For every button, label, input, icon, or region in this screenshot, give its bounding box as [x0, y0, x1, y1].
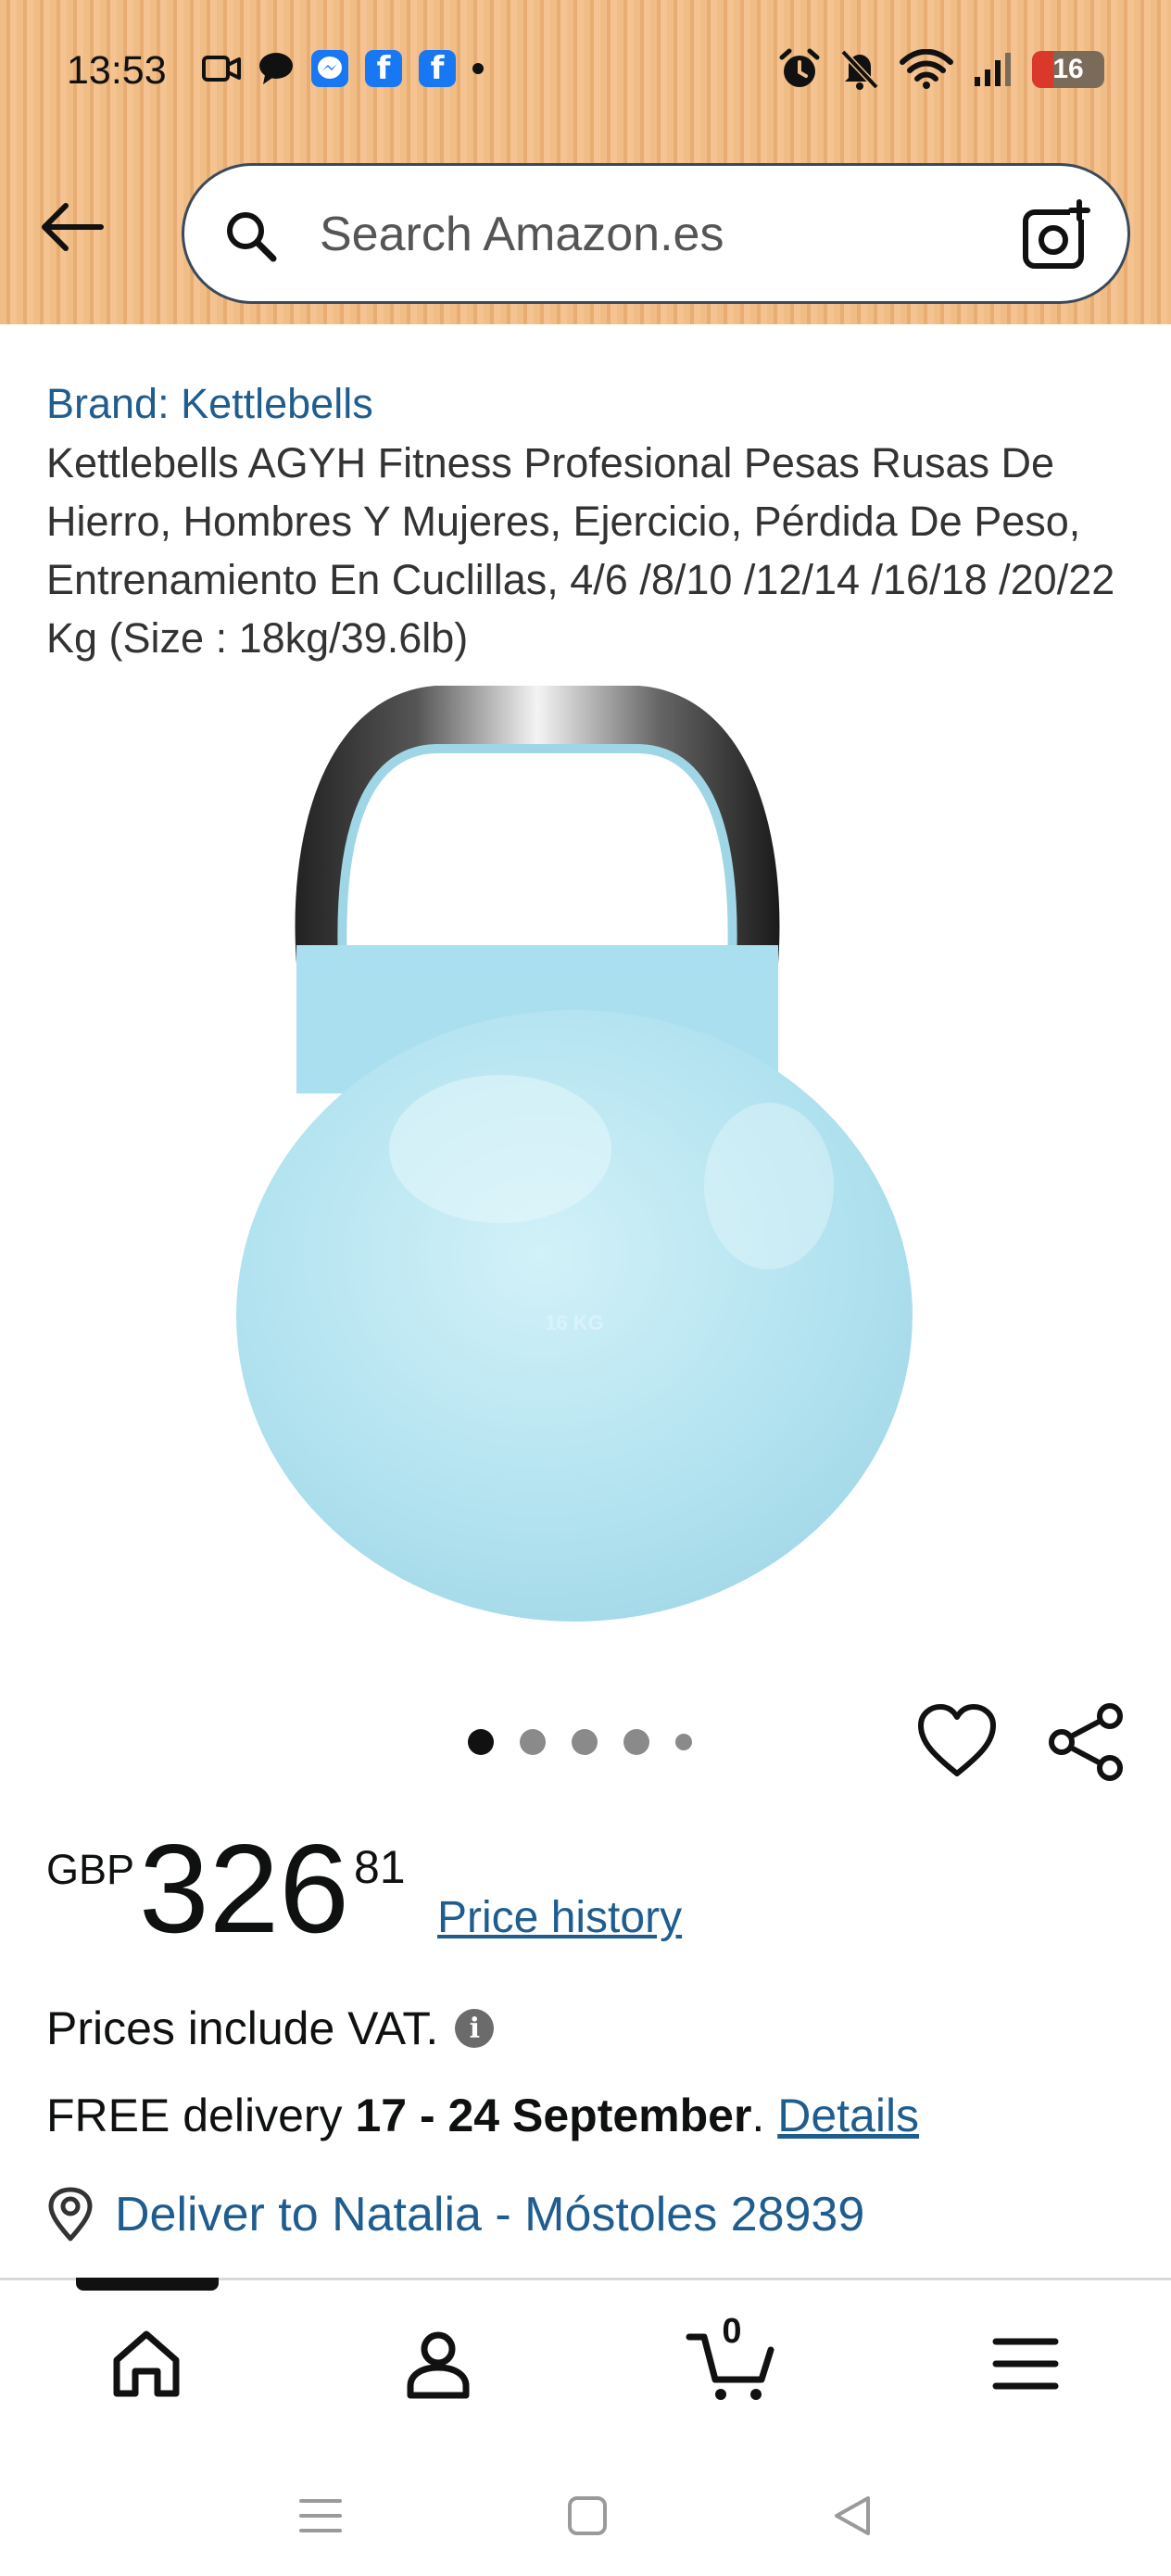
nav-account[interactable]	[387, 2317, 489, 2410]
bottom-navigation: 0	[0, 2278, 1171, 2454]
carousel-dot[interactable]	[520, 1729, 546, 1755]
dot-icon	[472, 63, 484, 74]
location-pin-icon	[48, 2187, 93, 2241]
video-icon	[202, 52, 241, 85]
notification-icons: f f	[202, 50, 484, 87]
menu-icon	[992, 2338, 1059, 2390]
facebook-icon: f	[419, 50, 456, 87]
brand-link[interactable]: Brand: Kettlebells	[46, 380, 373, 428]
deliver-to-text: Deliver to Natalia - Móstoles 28939	[115, 2188, 865, 2241]
recent-apps-button[interactable]	[293, 2493, 348, 2539]
system-back-button[interactable]	[825, 2493, 880, 2539]
price-fraction: 81	[354, 1841, 406, 1893]
wishlist-button[interactable]	[915, 1703, 999, 1781]
cart-count: 0	[722, 2312, 742, 2351]
back-button[interactable]	[35, 190, 109, 264]
chat-bubble-icon	[258, 51, 295, 86]
share-button[interactable]	[1045, 1703, 1128, 1781]
vat-row: Prices include VAT. i	[46, 2001, 495, 2055]
triangle-back-icon	[835, 2496, 870, 2535]
messenger-icon	[311, 50, 348, 87]
product-image[interactable]: 16 KG	[222, 667, 945, 1631]
carousel-dot[interactable]	[572, 1729, 598, 1755]
battery-level: 16	[1052, 54, 1084, 84]
active-tab-indicator	[76, 2278, 219, 2291]
heart-icon	[918, 1704, 996, 1776]
delivery-prefix: FREE delivery	[46, 2090, 356, 2141]
camera-search-icon[interactable]	[1020, 199, 1094, 273]
facebook-icon: f	[365, 50, 402, 87]
system-icons: 16	[778, 48, 1104, 91]
alarm-icon	[778, 48, 821, 91]
product-title: Kettlebells AGYH Fitness Profesional Pes…	[46, 439, 1115, 662]
nav-cart[interactable]: 0	[681, 2312, 783, 2410]
search-header	[0, 158, 1171, 306]
price-history-link[interactable]: Price history	[437, 1892, 682, 1943]
signal-icon	[973, 51, 1014, 88]
deliver-to-location[interactable]: Deliver to Natalia - Móstoles 28939	[46, 2187, 864, 2242]
price-whole: 326	[139, 1818, 349, 1959]
back-arrow-icon	[42, 203, 104, 251]
carousel-dot[interactable]	[623, 1729, 649, 1755]
status-bar: 13:53 f f 16	[0, 0, 1171, 139]
home-icon	[113, 2330, 180, 2397]
delivery-info: FREE delivery 17 - 24 September. Details	[46, 2089, 919, 2142]
search-icon	[227, 212, 277, 262]
delivery-dates: 17 - 24 September	[355, 2090, 752, 2141]
wifi-icon	[899, 49, 954, 90]
kettlebell-image: 16 KG	[236, 686, 913, 1622]
share-icon	[1049, 1703, 1123, 1781]
search-input[interactable]	[320, 197, 968, 271]
square-home-icon	[568, 2496, 607, 2535]
carousel-dot[interactable]	[675, 1734, 692, 1750]
delivery-details-link[interactable]: Details	[777, 2090, 919, 2141]
system-navigation-bar	[0, 2454, 1171, 2576]
search-bar[interactable]	[182, 163, 1130, 304]
bell-muted-icon	[839, 48, 880, 91]
battery-icon: 16	[1032, 51, 1104, 88]
vat-text: Prices include VAT.	[46, 2002, 439, 2054]
status-time: 13:53	[67, 48, 167, 93]
price-currency: GBP	[46, 1846, 135, 1893]
account-icon	[407, 2331, 470, 2399]
home-system-button[interactable]	[560, 2493, 615, 2539]
image-carousel-dots[interactable]	[468, 1729, 692, 1755]
delivery-suffix: .	[751, 2090, 778, 2141]
nav-home[interactable]	[95, 2317, 197, 2410]
recent-apps-icon	[299, 2499, 342, 2532]
carousel-dot[interactable]	[468, 1729, 494, 1755]
nav-menu[interactable]	[975, 2317, 1077, 2410]
info-icon[interactable]: i	[455, 2009, 495, 2048]
kettlebell-weight-label: 16 KG	[545, 1311, 604, 1334]
